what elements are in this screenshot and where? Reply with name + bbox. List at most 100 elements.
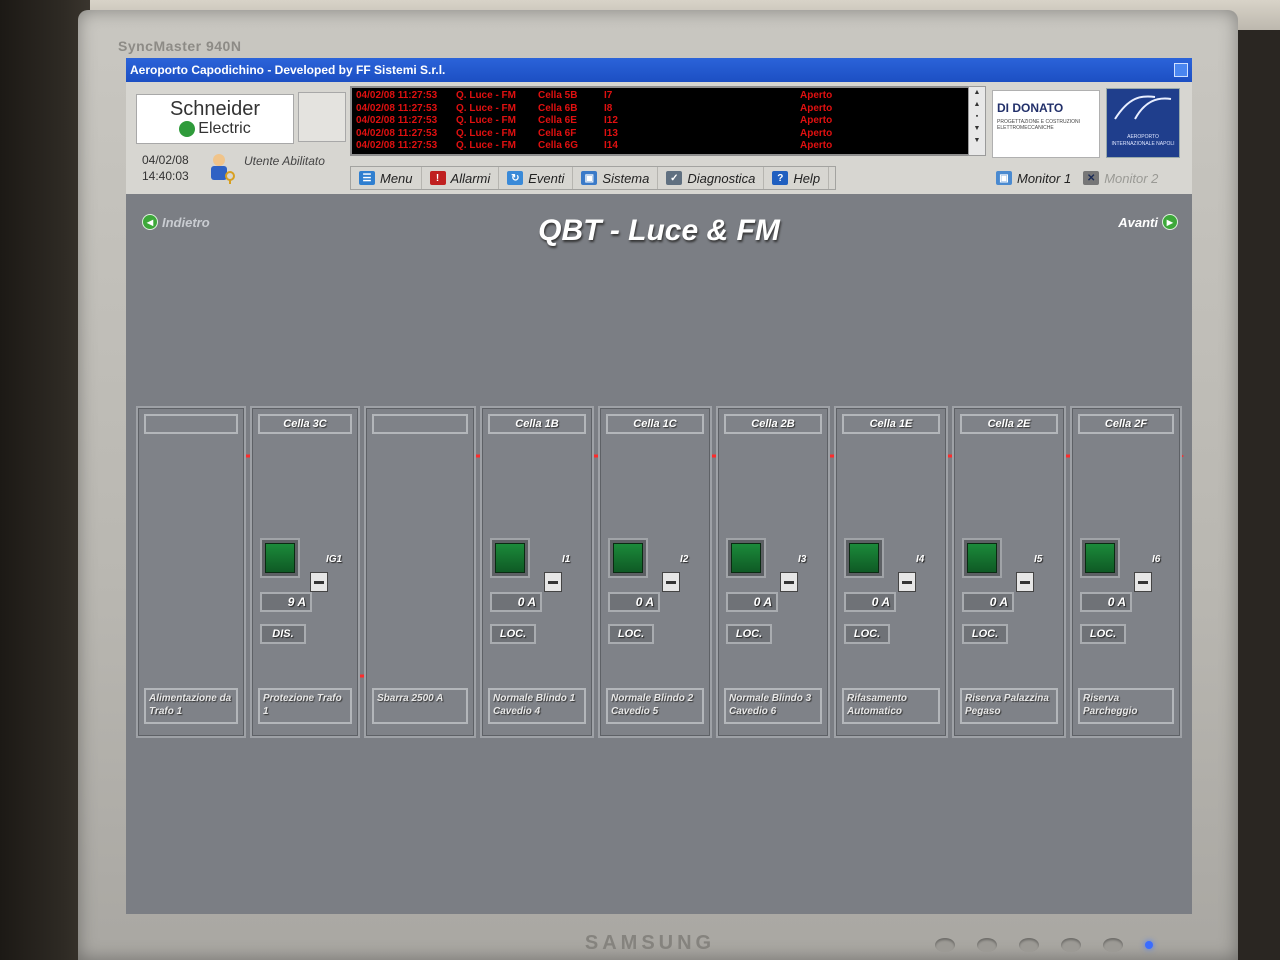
- date-label: 04/02/08: [142, 153, 189, 167]
- event-timestamp: 04/02/08 11:27:53: [356, 90, 438, 101]
- event-breaker-id: I12: [604, 115, 618, 126]
- scroll-up-icon[interactable]: ▲: [969, 87, 985, 99]
- scroll-down-icon[interactable]: ▼: [969, 135, 985, 147]
- monitor1-button[interactable]: ▣ Monitor 1: [990, 171, 1077, 186]
- current-reading: 9 A: [260, 592, 312, 612]
- scroll-up-icon[interactable]: ▲: [969, 99, 985, 111]
- forward-label: Avanti: [1118, 214, 1158, 230]
- menu-item-eventi[interactable]: ↻ Eventi: [499, 167, 574, 189]
- monitor-button[interactable]: [935, 938, 955, 952]
- cell-description: Riserva Parcheggio: [1078, 688, 1174, 724]
- event-row[interactable]: 04/02/08 11:27:53 Q. Luce - FM Cella 5B I7 A…: [356, 90, 964, 103]
- power-meter-icon[interactable]: [726, 538, 766, 578]
- partner-name: DI DONATO: [997, 101, 1064, 115]
- cell-header: [372, 414, 468, 434]
- mode-button[interactable]: LOC.: [962, 624, 1008, 644]
- event-status: Aperto: [800, 102, 833, 114]
- mode-button[interactable]: DIS.: [260, 624, 306, 644]
- menu-item-label: Diagnostica: [687, 170, 756, 186]
- cell-description: Protezione Trafo 1: [258, 688, 352, 724]
- menu-item-allarmi[interactable]: ! Allarmi: [422, 167, 500, 189]
- power-meter-icon[interactable]: [260, 538, 300, 578]
- cell-panel[interactable]: Cella 1E Rifasamento Automatico 0 A LOC. I4: [834, 406, 948, 738]
- cell-description: Rifasamento Automatico: [842, 688, 940, 724]
- alarm-icon: !: [429, 171, 446, 185]
- cell-panel[interactable]: Alimentazione da Trafo 1: [136, 406, 246, 738]
- cell-description: Alimentazione da Trafo 1: [144, 688, 238, 724]
- event-row[interactable]: 04/02/08 11:27:53 Q. Luce - FM Cella 6E I12…: [356, 115, 964, 128]
- event-row[interactable]: 04/02/08 11:27:53 Q. Luce - FM Cella 6G I14…: [356, 140, 964, 153]
- breaker-switch-icon[interactable]: [780, 572, 798, 592]
- events-icon: ↻: [507, 171, 524, 185]
- monitor2-label: Monitor 2: [1104, 170, 1159, 186]
- breaker-switch-icon[interactable]: [310, 572, 328, 592]
- cell-panel[interactable]: Cella 1C Normale Blindo 2 Cavedio 5 0 A LOC…: [598, 406, 712, 738]
- meter-display: [731, 543, 761, 573]
- monitor-switcher: ▣ Monitor 1 ✕ Monitor 2: [990, 166, 1164, 190]
- monitor-button[interactable]: [977, 938, 997, 952]
- menu-item-help[interactable]: ? Help: [764, 167, 830, 189]
- close-icon[interactable]: [1174, 63, 1188, 77]
- mode-button[interactable]: LOC.: [1080, 624, 1126, 644]
- power-meter-icon[interactable]: [844, 538, 884, 578]
- breaker-switch-icon[interactable]: [1134, 572, 1152, 592]
- cell-panel[interactable]: Cella 3C Protezione Trafo 1 9 A DIS. IG1: [250, 406, 360, 738]
- monitor-button[interactable]: [1061, 938, 1081, 952]
- breaker-switch-icon[interactable]: [1016, 572, 1034, 592]
- logo-placeholder: [298, 92, 346, 142]
- cell-header: Cella 3C: [258, 414, 352, 434]
- monitor-disabled-icon: ✕: [1083, 171, 1100, 185]
- user-status-label: Utente Abilitato: [244, 154, 325, 168]
- window-title: Aeroporto Capodichino - Developed by FF …: [130, 63, 446, 77]
- event-breaker-id: I8: [604, 102, 613, 114]
- mode-button[interactable]: LOC.: [490, 624, 536, 644]
- cell-panel[interactable]: Cella 2E Riserva Palazzina Pegaso 0 A LOC. I…: [952, 406, 1066, 738]
- event-cell: Cella 5B: [538, 90, 578, 101]
- cell-panel[interactable]: Cella 2B Normale Blindo 3 Cavedio 6 0 A LOC…: [716, 406, 830, 738]
- cell-header: Cella 2F: [1078, 414, 1174, 434]
- event-cell: Cella 6G: [538, 140, 579, 151]
- monitor2-button[interactable]: ✕ Monitor 2: [1077, 171, 1164, 186]
- menu-item-menu[interactable]: ☰ Menu: [351, 167, 422, 189]
- mode-button[interactable]: LOC.: [608, 624, 654, 644]
- menu-item-diagnostica[interactable]: ✓ Diagnostica: [658, 167, 765, 189]
- current-reading: 0 A: [844, 592, 896, 612]
- event-log-scrollbar[interactable]: ▲ ▲ ▪ ▼ ▼: [968, 86, 986, 156]
- cell-description: Riserva Palazzina Pegaso: [960, 688, 1058, 724]
- menu-item-sistema[interactable]: ▣ Sistema: [573, 167, 659, 189]
- event-status: Aperto: [800, 90, 833, 101]
- breaker-switch-icon[interactable]: [898, 572, 916, 592]
- event-row[interactable]: 04/02/08 11:27:53 Q. Luce - FM Cella 6B I8 A…: [356, 103, 964, 116]
- meter-display: [613, 543, 643, 573]
- system-icon: ▣: [581, 171, 598, 185]
- power-meter-icon[interactable]: [1080, 538, 1120, 578]
- mode-button[interactable]: LOC.: [726, 624, 772, 644]
- scroll-thumb[interactable]: ▪: [969, 111, 985, 123]
- user-key-icon[interactable]: [208, 152, 238, 184]
- help-icon: ?: [772, 171, 789, 185]
- cell-panel[interactable]: Cella 1B Normale Blindo 1 Cavedio 4 0 A LOC…: [480, 406, 594, 738]
- cell-header: [144, 414, 238, 434]
- monitor-button[interactable]: [1019, 938, 1039, 952]
- scroll-down-icon[interactable]: ▼: [969, 123, 985, 135]
- breaker-label: I5: [1034, 554, 1043, 565]
- forward-button[interactable]: Avanti ►: [1118, 214, 1178, 230]
- meter-display: [1085, 543, 1115, 573]
- power-meter-icon[interactable]: [490, 538, 530, 578]
- power-meter-icon[interactable]: [962, 538, 1002, 578]
- event-row[interactable]: 04/02/08 11:27:53 Q. Luce - FM Cella 6F I13…: [356, 128, 964, 141]
- monitor-button[interactable]: [1103, 938, 1123, 952]
- cell-description: Sbarra 2500 A: [372, 688, 468, 724]
- power-meter-icon[interactable]: [608, 538, 648, 578]
- window-titlebar: Aeroporto Capodichino - Developed by FF …: [126, 58, 1192, 82]
- mode-button[interactable]: LOC.: [844, 624, 890, 644]
- breaker-switch-icon[interactable]: [544, 572, 562, 592]
- schneider-mark-icon: [179, 121, 196, 137]
- cell-panel[interactable]: Cella 2F Riserva Parcheggio 0 A LOC. I6: [1070, 406, 1182, 738]
- event-cell: Cella 6E: [538, 115, 577, 126]
- airport-label: AEROPORTO INTERNAZIONALE NAPOLI: [1111, 134, 1175, 147]
- cell-panel[interactable]: Sbarra 2500 A: [364, 406, 476, 738]
- breaker-switch-icon[interactable]: [662, 572, 680, 592]
- meter-display: [849, 543, 879, 573]
- schneider-logo: Schneider Electric: [136, 94, 294, 144]
